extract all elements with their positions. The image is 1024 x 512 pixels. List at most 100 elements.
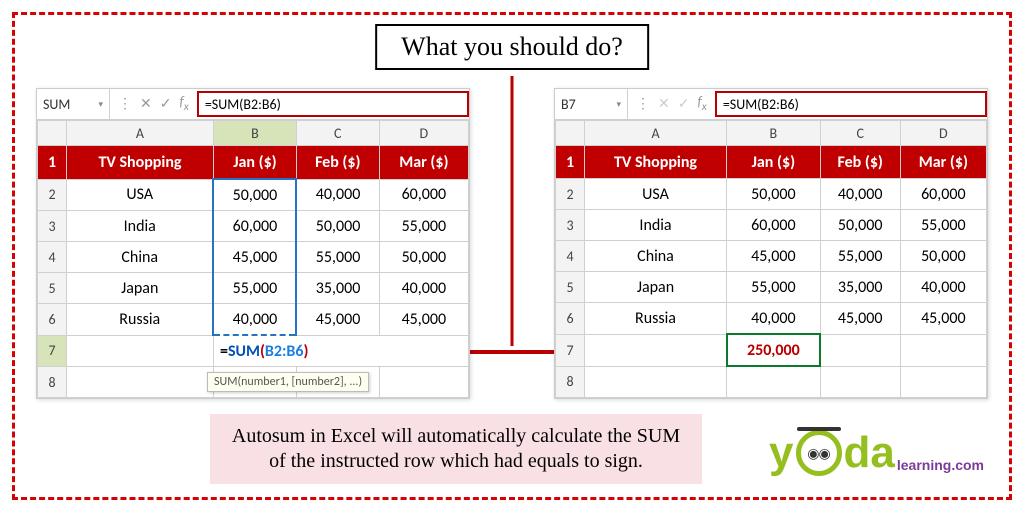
cell[interactable]: 50,000 — [296, 211, 379, 242]
formula-input[interactable]: =SUM(B2:B6) — [197, 91, 469, 117]
row-6[interactable]: 6 — [556, 303, 585, 335]
cell[interactable]: 45,000 — [296, 304, 379, 336]
cell[interactable] — [67, 367, 214, 398]
cell[interactable]: 45,000 — [820, 303, 900, 335]
enter-icon[interactable]: ✓ — [160, 97, 172, 111]
row-1[interactable]: 1 — [556, 146, 585, 179]
row-3[interactable]: 3 — [38, 211, 67, 242]
cell[interactable]: 60,000 — [379, 179, 468, 211]
cell[interactable] — [585, 334, 727, 366]
hdr-b: Jan ($) — [727, 146, 821, 179]
cell[interactable]: 60,000 — [727, 210, 821, 241]
col-c[interactable]: C — [820, 121, 900, 146]
cell[interactable]: 40,000 — [820, 179, 900, 210]
cell[interactable]: 40,000 — [727, 303, 821, 335]
cancel-icon[interactable]: ✕ — [658, 97, 670, 111]
cell[interactable]: 60,000 — [213, 211, 296, 242]
col-a[interactable]: A — [67, 121, 214, 146]
cancel-icon[interactable]: ✕ — [140, 97, 152, 111]
fn: SUM — [228, 342, 260, 361]
row-5[interactable]: 5 — [556, 272, 585, 303]
cell[interactable]: China — [585, 241, 727, 272]
cell[interactable]: China — [67, 242, 214, 273]
caption-text: Autosum in Excel will automatically calc… — [210, 414, 702, 484]
col-d[interactable]: D — [379, 121, 468, 146]
name-box[interactable]: B7 — [555, 89, 628, 119]
col-a[interactable]: A — [585, 121, 727, 146]
cell-b7-result[interactable]: 250,000 — [727, 334, 821, 366]
cell[interactable]: 45,000 — [213, 242, 296, 273]
cell[interactable]: 40,000 — [379, 273, 468, 304]
cell[interactable]: 40,000 — [296, 179, 379, 211]
cell[interactable]: Japan — [67, 273, 214, 304]
dropdown-icon[interactable]: ⋮ — [118, 97, 132, 111]
cell[interactable]: 45,000 — [379, 304, 468, 336]
cell[interactable]: 35,000 — [820, 272, 900, 303]
name-box[interactable]: SUM — [37, 89, 110, 119]
row-6[interactable]: 6 — [38, 304, 67, 336]
cell[interactable] — [585, 366, 727, 398]
row-7[interactable]: 7 — [38, 335, 67, 367]
cell[interactable]: 55,000 — [820, 241, 900, 272]
cell[interactable]: 40,000 — [213, 304, 296, 336]
cell[interactable] — [820, 334, 900, 366]
cell[interactable]: 55,000 — [900, 210, 986, 241]
cell[interactable]: 45,000 — [727, 241, 821, 272]
cell[interactable]: 60,000 — [900, 179, 986, 210]
dropdown-icon[interactable]: ⋮ — [636, 97, 650, 111]
row-5[interactable]: 5 — [38, 273, 67, 304]
col-d[interactable]: D — [900, 121, 986, 146]
grid: A B C D 1 TV Shopping Jan ($) Feb ($) Ma… — [37, 120, 469, 398]
row-2[interactable]: 2 — [556, 179, 585, 210]
cell[interactable]: 40,000 — [900, 272, 986, 303]
cell[interactable]: 35,000 — [296, 273, 379, 304]
cell[interactable]: India — [585, 210, 727, 241]
cell[interactable]: 50,000 — [379, 242, 468, 273]
row-2[interactable]: 2 — [38, 179, 67, 211]
row-7[interactable]: 7 — [556, 334, 585, 366]
fx-icon[interactable]: fx — [179, 95, 188, 113]
cell[interactable]: 50,000 — [727, 179, 821, 210]
row-3[interactable]: 3 — [556, 210, 585, 241]
cell-b7-formula[interactable]: =SUM(B2:B6) — [213, 335, 468, 367]
formula-bar-icons: ⋮ ✕ ✓ fx — [110, 95, 197, 113]
cell[interactable] — [900, 366, 986, 398]
fx-icon[interactable]: fx — [697, 95, 706, 113]
cell[interactable]: Russia — [67, 304, 214, 336]
row-8[interactable]: 8 — [556, 366, 585, 398]
cell[interactable]: USA — [67, 179, 214, 211]
cell[interactable] — [900, 334, 986, 366]
cell[interactable]: 50,000 — [820, 210, 900, 241]
pc: ) — [304, 342, 309, 361]
hdr-a: TV Shopping — [67, 146, 214, 180]
cell[interactable]: 50,000 — [213, 179, 296, 211]
col-c[interactable]: C — [296, 121, 379, 146]
cell[interactable]: India — [67, 211, 214, 242]
cell[interactable] — [820, 366, 900, 398]
cell[interactable]: Russia — [585, 303, 727, 335]
cell[interactable]: 45,000 — [900, 303, 986, 335]
hdr-a: TV Shopping — [585, 146, 727, 179]
cell[interactable]: USA — [585, 179, 727, 210]
cell[interactable]: 50,000 — [900, 241, 986, 272]
enter-icon[interactable]: ✓ — [678, 97, 690, 111]
formula-input[interactable]: =SUM(B2:B6) — [715, 91, 987, 117]
hdr-c: Feb ($) — [296, 146, 379, 180]
connector-vertical — [511, 76, 514, 346]
cell[interactable] — [67, 335, 214, 367]
cell[interactable]: 55,000 — [379, 211, 468, 242]
cell[interactable] — [727, 366, 821, 398]
col-b[interactable]: B — [213, 121, 296, 146]
col-b[interactable]: B — [727, 121, 821, 146]
grid: A B C D 1 TV Shopping Jan ($) Feb ($) Ma… — [555, 120, 987, 398]
row-8[interactable]: 8 — [38, 367, 67, 398]
cell[interactable]: 55,000 — [727, 272, 821, 303]
row-1[interactable]: 1 — [38, 146, 67, 180]
row-4[interactable]: 4 — [38, 242, 67, 273]
cell[interactable] — [379, 367, 468, 398]
cell[interactable]: Japan — [585, 272, 727, 303]
row-4[interactable]: 4 — [556, 241, 585, 272]
cell[interactable]: 55,000 — [213, 273, 296, 304]
cell[interactable]: 55,000 — [296, 242, 379, 273]
eq: = — [220, 342, 228, 361]
